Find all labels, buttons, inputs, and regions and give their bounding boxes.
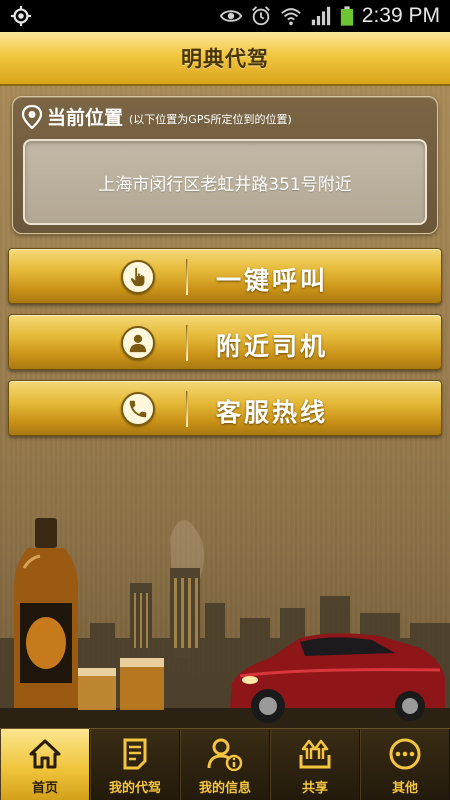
document-icon — [123, 738, 147, 770]
bottom-nav: 首页 我的代驾 我的信息 共享 其他 — [0, 728, 450, 800]
address-box[interactable]: 上海市闵行区老虹井路351号附近 — [23, 139, 427, 225]
whisky-bottle — [14, 518, 78, 708]
main-content: 当前位置 (以下位置为GPS所定位到的位置) 上海市闵行区老虹井路351号附近 … — [0, 86, 450, 728]
nav-my-driving-label: 我的代驾 — [108, 781, 161, 796]
location-title: 当前位置 — [47, 107, 124, 129]
nav-other[interactable]: 其他 — [360, 729, 450, 800]
share-icon — [299, 739, 331, 769]
nav-share[interactable]: 共享 — [270, 729, 360, 800]
nav-my-info-label: 我的信息 — [198, 781, 251, 796]
location-pin-icon — [21, 104, 43, 129]
nearby-drivers-label: 附近司机 — [216, 332, 329, 361]
location-note: (以下位置为GPS所定位到的位置) — [129, 112, 292, 126]
nav-my-driving[interactable]: 我的代驾 — [90, 729, 180, 800]
nav-share-label: 共享 — [301, 781, 328, 796]
nav-home[interactable]: 首页 — [0, 729, 90, 800]
customer-hotline-label: 客服热线 — [216, 398, 329, 427]
customer-hotline-button[interactable]: 客服热线 — [8, 380, 442, 436]
nav-home-label: 首页 — [31, 781, 58, 796]
hand-tap-icon — [130, 267, 145, 287]
more-icon — [389, 738, 421, 770]
title-bar: 明典代驾 — [0, 32, 450, 86]
gps-locate-icon — [10, 5, 32, 27]
nav-other-label: 其他 — [391, 781, 418, 796]
eye-icon — [219, 10, 242, 22]
one-key-call-label: 一键呼叫 — [216, 266, 329, 295]
user-info-icon — [207, 738, 243, 771]
battery-icon — [340, 6, 353, 26]
status-bar: 2:39 PM — [0, 0, 450, 32]
current-address: 上海市闵行区老虹井路351号附近 — [98, 174, 352, 195]
city-car-illustration — [0, 518, 450, 728]
home-icon — [29, 739, 61, 769]
nav-my-info[interactable]: 我的信息 — [180, 729, 270, 800]
alarm-icon — [251, 6, 270, 26]
nearby-drivers-button[interactable]: 附近司机 — [8, 314, 442, 370]
phone-icon — [129, 400, 147, 418]
one-key-call-button[interactable]: 一键呼叫 — [8, 248, 442, 304]
status-time: 2:39 PM — [361, 4, 440, 27]
app-title: 明典代驾 — [181, 47, 269, 71]
driver-person-icon — [129, 334, 147, 353]
signal-icon — [311, 6, 330, 26]
wifi-icon — [281, 8, 301, 26]
current-location-panel: 当前位置 (以下位置为GPS所定位到的位置) 上海市闵行区老虹井路351号附近 — [12, 96, 438, 234]
